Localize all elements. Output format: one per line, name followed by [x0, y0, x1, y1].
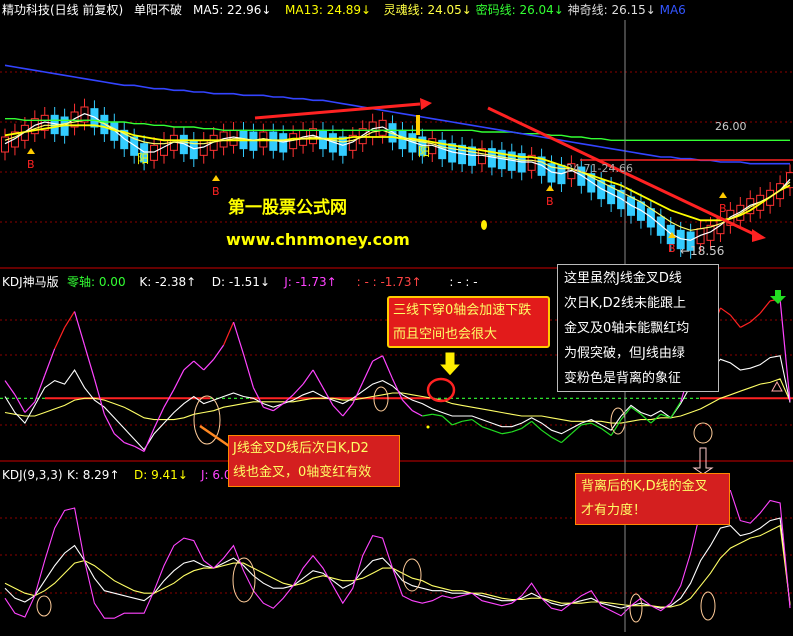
candle-body	[369, 122, 376, 137]
kdj-god-value-5: : - : -	[449, 275, 477, 289]
kdj-value-1: D: 9.41↓	[134, 468, 188, 482]
buy-marker-b: B	[719, 202, 727, 215]
kdj-god-value-0: 零轴: 0.00	[67, 274, 126, 289]
callout-after-divergence-line-2: 才有力度！	[581, 499, 724, 523]
header-indicator-5: MA6	[660, 3, 686, 17]
yang-label-2: 阳	[418, 145, 430, 159]
header-indicator-2: 灵魂线: 24.05↓	[384, 2, 472, 17]
candle-body	[91, 109, 98, 127]
callout-fake-break-line-3: 金叉及0轴未能飘红均	[564, 316, 712, 341]
stock-chart-stage[interactable]: 精功科技(日线 前复权) 单阳不破 MA5: 22.96↓ MA13: 24.89…	[0, 0, 793, 632]
callout-fake-break: 这里虽然J线金叉D线 次日K,D2线未能跟上 金叉及0轴未能飘红均 为假突破，但…	[557, 264, 719, 392]
callout-after-divergence: 背离后的K,D线的金叉 才有力度！	[575, 473, 730, 525]
callout-accelerate: 三线下穿0轴会加速下跌 而且空间也会很大	[387, 296, 550, 348]
candle-body	[657, 217, 664, 235]
callout-fake-break-line-5: 变粉色是背离的象征	[564, 366, 712, 391]
kdj-god-title: KDJ神马版	[2, 275, 59, 289]
range-label: 24.71-24.66	[566, 162, 633, 175]
header-indicator-3: 密码线: 26.04↓	[476, 2, 564, 17]
candle-body	[339, 137, 346, 155]
yellow-dot	[481, 220, 487, 230]
high-price-label: 26.00	[715, 120, 747, 133]
low-price-label: ←18.56	[680, 244, 724, 258]
stock-name: 精功科技(日线 前复权)	[2, 2, 123, 17]
kdj-god-value-2: D: -1.51↓	[212, 275, 270, 289]
callout-after-divergence-line-1: 背离后的K,D线的金叉	[581, 475, 724, 499]
yang-label-1: 阳	[137, 152, 149, 166]
candle-body	[280, 134, 287, 152]
kdj-value-0: K: 8.29↑	[67, 468, 120, 482]
candle-body	[151, 145, 158, 160]
watermark-url: www.chnmoney.com	[226, 230, 410, 249]
header-indicator-1: MA13: 24.89↓	[285, 3, 371, 17]
buy-marker-b: B	[212, 185, 220, 198]
kdj-god-value-3: J: -1.73↑	[283, 275, 337, 289]
header-indicators: MA5: 22.96↓ MA13: 24.89↓ 灵魂线: 24.05↓ 密码线: 2…	[193, 2, 686, 17]
buy-marker-b: B	[546, 195, 554, 208]
callout-j-cross: J线金叉D线后次日K,D2 线也金叉，0轴变红有效	[228, 435, 400, 487]
kdj-values: K: 8.29↑D: 9.41↓J: 6.06↑	[67, 468, 249, 482]
watermark-title: 第一股票公式网	[228, 197, 347, 218]
buy-marker-b: B	[668, 242, 676, 255]
kdj-god-value-1: K: -2.38↑	[139, 275, 196, 289]
callout-j-cross-line-1: J线金叉D线后次日K,D2	[233, 437, 395, 461]
header-indicator-4: 神奇线: 26.15↓	[568, 3, 656, 17]
buy-marker-b: B	[27, 158, 35, 171]
signal-label: 单阳不破	[134, 2, 182, 17]
callout-j-cross-line-2: 线也金叉，0轴变红有效	[233, 461, 395, 485]
header-indicator-0: MA5: 22.96↓	[193, 3, 271, 17]
callout-fake-break-line-1: 这里虽然J线金叉D线	[564, 266, 712, 291]
callout-accelerate-line-1: 三线下穿0轴会加速下跌	[393, 299, 544, 323]
kdj-god-value-4: : - : -1.73↑	[357, 275, 422, 289]
callout-fake-break-line-4: 为假突破，但J线由绿	[564, 341, 712, 366]
candle-body	[637, 202, 644, 220]
callout-accelerate-line-2: 而且空间也会很大	[393, 323, 544, 347]
candle-body	[647, 209, 654, 227]
small-dot	[427, 426, 430, 429]
kdj-title: KDJ(9,3,3)	[2, 468, 63, 482]
callout-fake-break-line-2: 次日K,D2线未能跟上	[564, 291, 712, 316]
